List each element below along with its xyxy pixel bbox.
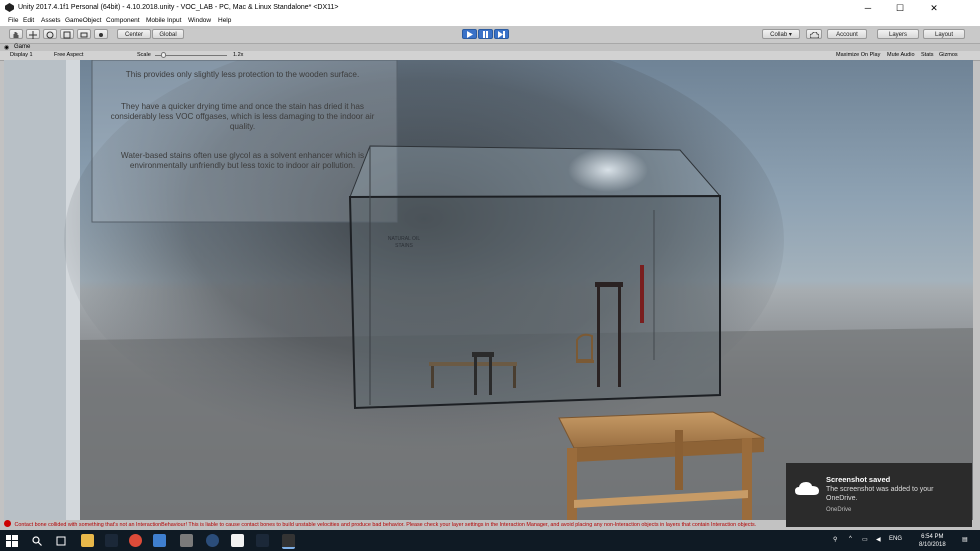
move-tool-button[interactable] (26, 29, 40, 39)
notifications-icon[interactable]: ▤ (962, 536, 968, 543)
tab-game[interactable]: Game (14, 44, 30, 50)
game-tab-row: ◉ Game (0, 44, 980, 51)
toast-title: Screenshot saved (826, 475, 891, 484)
transform-icon (99, 33, 103, 37)
rect-icon (80, 32, 88, 38)
pivot-toggle-button[interactable]: Center (117, 29, 151, 39)
inner-sign-line-1: NATURAL OIL (387, 236, 421, 242)
clock-date: 8/10/2018 (919, 542, 946, 548)
unity-taskbar-icon[interactable] (282, 534, 295, 549)
unity-logo-icon (5, 3, 14, 12)
steam-vr-icon[interactable] (256, 534, 269, 547)
maximize-on-play-toggle[interactable]: Maximize On Play (836, 52, 880, 58)
app-icon-3[interactable] (206, 534, 219, 547)
windows-start-icon[interactable] (6, 535, 18, 547)
task-view-icon[interactable] (56, 536, 66, 546)
pause-icon (483, 31, 488, 38)
close-button[interactable]: ✕ (918, 0, 950, 16)
cloud-button[interactable] (806, 29, 822, 39)
step-icon (498, 31, 505, 38)
network-icon[interactable]: ▭ (862, 536, 868, 543)
menu-assets[interactable]: Assets (41, 17, 61, 24)
clock[interactable]: 6:54 PM 8/10/2018 (919, 533, 946, 549)
layers-dropdown[interactable]: Layers (877, 29, 919, 39)
main-toolbar: Center Global Collab ▾ Account Layers La… (0, 26, 980, 44)
windows-taskbar: ⚲ ^ ▭ ◀ ENG 6:54 PM 8/10/2018 ▤ (0, 530, 980, 551)
app-icon-4[interactable] (231, 534, 244, 547)
title-bar: Unity 2017.4.1f1 Personal (64bit) - 4.10… (0, 0, 980, 16)
aspect-dropdown[interactable]: Free Aspect (54, 52, 83, 58)
scale-tool-button[interactable] (60, 29, 74, 39)
play-button[interactable] (462, 29, 477, 39)
status-message: Contact bone collided with something tha… (14, 522, 757, 528)
menu-mobile-input[interactable]: Mobile Input (146, 17, 181, 24)
stats-toggle[interactable]: Stats (921, 52, 934, 58)
menu-window[interactable]: Window (188, 17, 211, 24)
layout-dropdown[interactable]: Layout (923, 29, 965, 39)
cloud-icon (809, 31, 819, 39)
space-toggle-button[interactable]: Global (152, 29, 184, 39)
inner-sign: NATURAL OIL STAINS (374, 236, 434, 250)
step-button[interactable] (494, 29, 509, 39)
maximize-button[interactable]: ☐ (884, 0, 916, 16)
clock-time: 6:54 PM (921, 534, 944, 540)
info-paragraph-1: This provides only slightly less protect… (125, 70, 360, 79)
rect-tool-button[interactable] (77, 29, 91, 39)
file-explorer-icon[interactable] (81, 534, 94, 547)
inner-sign-line-2: STAINS (395, 243, 413, 249)
onedrive-toast[interactable]: Screenshot saved The screenshot was adde… (786, 463, 972, 527)
scale-label: Scale (137, 52, 151, 58)
menu-bar: File Edit Assets GameObject Component Mo… (0, 16, 980, 26)
transform-tool-button[interactable] (94, 29, 108, 39)
minimize-button[interactable]: ─ (852, 0, 884, 16)
mute-audio-toggle[interactable]: Mute Audio (887, 52, 915, 58)
account-dropdown[interactable]: Account (827, 29, 867, 39)
menu-component[interactable]: Component (106, 17, 140, 24)
scale-icon (63, 31, 71, 39)
volume-icon[interactable]: ◀ (876, 536, 881, 543)
info-paragraph-2: They have a quicker drying time and once… (110, 102, 375, 131)
move-arrows-icon (29, 31, 37, 39)
pause-button[interactable] (478, 29, 493, 39)
language-indicator[interactable]: ENG (889, 536, 902, 542)
hand-icon (13, 32, 19, 38)
app-icon[interactable] (153, 534, 166, 547)
menu-help[interactable]: Help (218, 17, 231, 24)
play-icon (467, 31, 473, 38)
steam-icon[interactable] (105, 534, 118, 547)
display-dropdown[interactable]: Display 1 (10, 52, 33, 58)
scale-slider-thumb[interactable] (161, 52, 166, 58)
gizmos-dropdown[interactable]: Gizmos (939, 52, 958, 58)
scale-value: 1.2x (233, 52, 244, 58)
menu-gameobject[interactable]: GameObject (65, 17, 102, 24)
search-icon[interactable] (32, 536, 42, 546)
people-icon[interactable]: ⚲ (833, 536, 837, 543)
glass-house (348, 145, 722, 410)
rotate-tool-button[interactable] (43, 29, 57, 39)
error-icon (4, 520, 11, 527)
menu-file[interactable]: File (8, 17, 18, 24)
chevron-up-icon[interactable]: ^ (849, 536, 852, 542)
menu-edit[interactable]: Edit (23, 17, 34, 24)
game-view-icon: ◉ (4, 45, 10, 51)
rotate-icon (46, 31, 54, 39)
info-paragraph-3: Water-based stains often use glycol as a… (120, 151, 365, 170)
toast-source: OneDrive (826, 507, 852, 513)
cloud-icon (795, 482, 819, 495)
app-icon-2[interactable] (180, 534, 193, 547)
hand-tool-button[interactable] (9, 29, 23, 39)
chrome-icon[interactable] (129, 534, 142, 547)
toast-body: The screenshot was added to your OneDriv… (826, 486, 934, 502)
collab-dropdown[interactable]: Collab ▾ (762, 29, 800, 39)
game-viewport[interactable]: This provides only slightly less protect… (4, 60, 973, 520)
window-title: Unity 2017.4.1f1 Personal (64bit) - 4.10… (18, 4, 339, 11)
